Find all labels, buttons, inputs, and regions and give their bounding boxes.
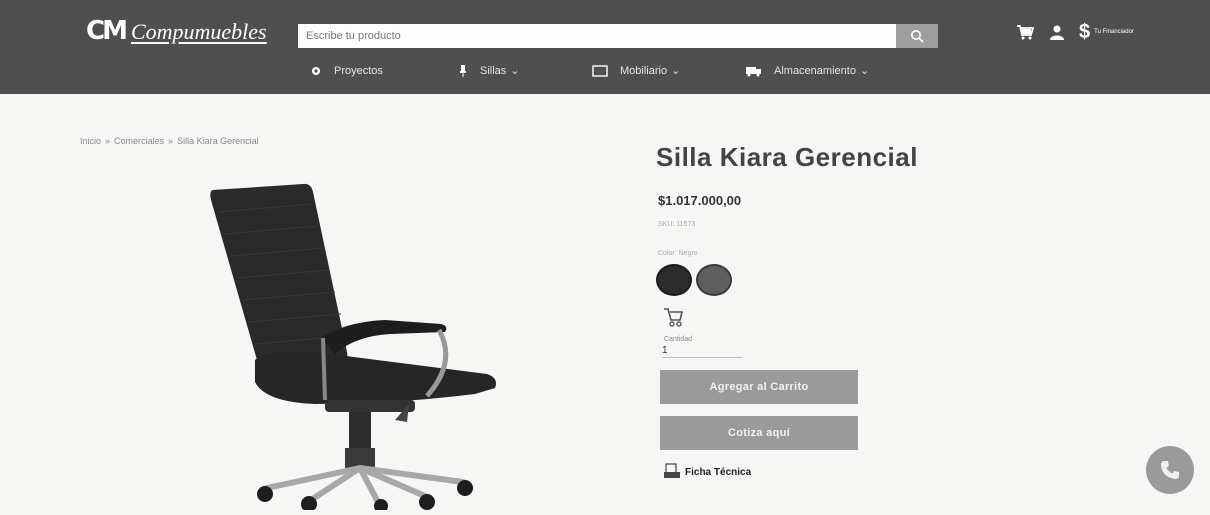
- pdf-icon: [664, 463, 680, 478]
- breadcrumb: Inicio » Comerciales » Silla Kiara Geren…: [80, 136, 259, 146]
- cart-icon: [662, 306, 684, 333]
- logo-text: Compumuebles: [130, 19, 267, 44]
- header-utilities: $ Tu Financiador: [1015, 22, 1134, 42]
- breadcrumb-separator: »: [105, 136, 111, 146]
- search-input[interactable]: [298, 24, 896, 48]
- datasheet-link[interactable]: Ficha Técnica: [663, 463, 751, 481]
- breadcrumb-item-current: Silla Kiara Gerencial: [177, 136, 259, 146]
- phone-chat-button[interactable]: [1146, 446, 1194, 494]
- nav-item-label: Almacenamiento: [774, 64, 856, 77]
- chevron-down-icon: ⌄: [671, 65, 681, 77]
- cart-button[interactable]: [1015, 22, 1035, 42]
- product-title: Silla Kiara Gerencial: [656, 142, 918, 172]
- color-label: Color: Negro: [658, 250, 698, 257]
- nav-item-mobiliario[interactable]: Mobiliario ⌄: [592, 64, 746, 77]
- nav-item-sillas[interactable]: Sillas ⌄: [458, 64, 592, 77]
- breadcrumb-item-inicio[interactable]: Inicio: [80, 136, 101, 146]
- chevron-down-icon: ⌄: [859, 65, 870, 77]
- color-swatch-gray[interactable]: [696, 264, 732, 296]
- quantity-input[interactable]: [662, 344, 742, 358]
- breadcrumb-item-comerciales[interactable]: Comerciales: [114, 136, 164, 146]
- product-sku: SKU: 11573: [658, 221, 696, 228]
- gear-icon: [310, 65, 322, 77]
- nav-item-label: Mobiliario: [620, 64, 668, 77]
- quote-button[interactable]: Cotiza aquí: [660, 416, 858, 450]
- desk-icon: [592, 64, 608, 77]
- cart-icon: [1017, 25, 1034, 40]
- truck-icon: [746, 65, 762, 77]
- add-to-cart-button[interactable]: Agregar al Carrito: [660, 370, 858, 404]
- nav-item-almacenamiento[interactable]: Almacenamiento ⌄: [746, 64, 869, 77]
- logo-mark: CM: [86, 16, 128, 46]
- product-price: $1.017.000,00: [658, 193, 742, 208]
- datasheet-label: Ficha Técnica: [685, 466, 752, 478]
- site-logo[interactable]: CM Compumuebles: [86, 16, 267, 46]
- chair-icon: [458, 64, 468, 77]
- quantity-label: Cantidad: [664, 336, 693, 343]
- search-icon: [911, 30, 924, 43]
- top-header: CM Compumuebles $ Tu Fina: [0, 0, 1210, 94]
- account-button[interactable]: [1047, 22, 1067, 42]
- nav-item-proyectos[interactable]: Proyectos: [310, 65, 458, 77]
- nav-item-label: Sillas: [480, 64, 507, 77]
- phone-icon: [1161, 461, 1179, 479]
- main-nav: Proyectos Sillas ⌄ Mobiliario ⌄ Almacena…: [310, 64, 869, 77]
- financing-link[interactable]: Tu Financiador: [1094, 29, 1134, 36]
- chevron-down-icon: ⌄: [510, 65, 520, 77]
- color-swatch-black[interactable]: [656, 264, 692, 296]
- product-image[interactable]: [195, 182, 505, 513]
- search-button[interactable]: [896, 24, 938, 48]
- financing-currency[interactable]: $: [1079, 22, 1090, 42]
- nav-item-label: Proyectos: [334, 64, 383, 77]
- search-bar: [298, 24, 938, 48]
- user-icon: [1050, 25, 1064, 40]
- breadcrumb-separator: »: [168, 136, 174, 146]
- color-swatches: [656, 264, 732, 296]
- office-chair-image: [210, 183, 496, 513]
